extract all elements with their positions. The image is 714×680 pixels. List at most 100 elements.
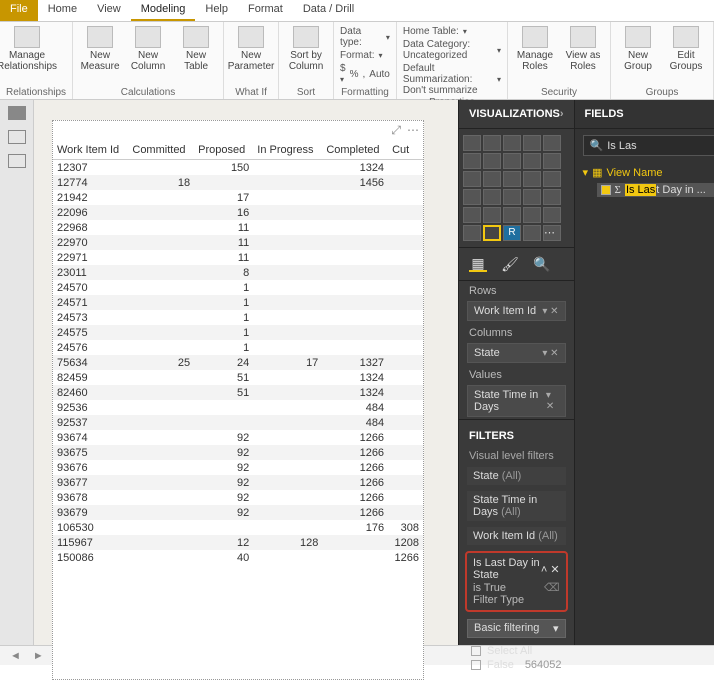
viz-100-column[interactable] xyxy=(463,153,481,169)
viz-multi-card[interactable] xyxy=(503,207,521,223)
table-row[interactable]: 93674921266 xyxy=(53,430,423,445)
remove-filter-icon[interactable]: ✕ xyxy=(550,564,559,576)
table-row[interactable]: 93677921266 xyxy=(53,475,423,490)
table-row[interactable]: 2194217 xyxy=(53,190,423,205)
filter-state[interactable]: State (All) xyxy=(467,467,566,485)
page-prev-icon[interactable]: ◄ xyxy=(6,650,25,662)
table-row[interactable]: 245711 xyxy=(53,295,423,310)
column-header[interactable]: Cut xyxy=(388,141,423,160)
page-next-icon[interactable]: ► xyxy=(29,650,48,662)
table-row[interactable]: 123071501324 xyxy=(53,160,423,176)
table-row[interactable]: 106530176308 xyxy=(53,520,423,535)
new-group-button[interactable]: NewGroup xyxy=(617,26,659,72)
table-row[interactable]: 93675921266 xyxy=(53,445,423,460)
table-row[interactable]: 756342524171327 xyxy=(53,355,423,370)
analytics-mode-icon[interactable]: 🔍 xyxy=(533,256,551,272)
comma-button[interactable]: , xyxy=(363,69,366,80)
table-row[interactable]: 245761 xyxy=(53,340,423,355)
report-view-icon[interactable] xyxy=(8,106,26,120)
drill-icon[interactable]: ⤢ xyxy=(391,123,401,138)
more-icon[interactable]: ⋯ xyxy=(407,123,419,138)
viz-card[interactable] xyxy=(483,207,501,223)
viz-scatter[interactable] xyxy=(523,171,541,187)
data-type-dropdown[interactable] xyxy=(386,32,390,43)
format-mode-icon[interactable]: 🖌 xyxy=(501,256,519,272)
viz-kpi[interactable] xyxy=(523,207,541,223)
table-row[interactable]: 82460511324 xyxy=(53,385,423,400)
remove-values-icon[interactable]: ▾ ✕ xyxy=(546,390,559,412)
viz-waterfall[interactable] xyxy=(503,171,521,187)
table-row[interactable]: 92536484 xyxy=(53,400,423,415)
tab-modeling[interactable]: Modeling xyxy=(131,0,196,21)
table-row[interactable]: 2296811 xyxy=(53,220,423,235)
new-parameter-button[interactable]: NewParameter xyxy=(230,26,272,72)
viz-map[interactable] xyxy=(503,189,521,205)
viz-table[interactable] xyxy=(463,225,481,241)
model-view-icon[interactable] xyxy=(8,154,26,168)
report-canvas[interactable]: ⤢ ⋯ Work Item IdCommittedProposedIn Prog… xyxy=(34,100,458,645)
tab-view[interactable]: View xyxy=(87,0,131,21)
viz-stacked-area[interactable] xyxy=(523,153,541,169)
manage-roles-button[interactable]: ManageRoles xyxy=(514,26,556,72)
table-row[interactable]: 245701 xyxy=(53,280,423,295)
tab-datadrill[interactable]: Data / Drill xyxy=(293,0,364,21)
rows-well[interactable]: Work Item Id▾ ✕ xyxy=(467,301,566,321)
tab-help[interactable]: Help xyxy=(195,0,238,21)
viz-line[interactable] xyxy=(483,153,501,169)
clear-filter-icon[interactable]: ⌫ xyxy=(544,581,560,594)
fields-mode-icon[interactable]: ▦ xyxy=(469,256,487,272)
values-well[interactable]: State Time in Days▾ ✕ xyxy=(467,385,566,417)
viz-custom[interactable]: ⋯ xyxy=(543,225,561,241)
edit-groups-button[interactable]: EditGroups xyxy=(665,26,707,72)
viz-clustered-column[interactable] xyxy=(523,135,541,151)
viz-matrix[interactable] xyxy=(483,225,501,241)
new-measure-button[interactable]: NewMeasure xyxy=(79,26,121,72)
matrix-visual[interactable]: ⤢ ⋯ Work Item IdCommittedProposedIn Prog… xyxy=(52,120,424,680)
table-row[interactable]: 115967121281208 xyxy=(53,535,423,550)
table-row[interactable]: 93676921266 xyxy=(53,460,423,475)
table-row[interactable]: 2209616 xyxy=(53,205,423,220)
table-row[interactable]: 93678921266 xyxy=(53,490,423,505)
currency-button[interactable]: $ xyxy=(340,63,346,85)
home-table-dropdown[interactable] xyxy=(463,26,467,37)
viz-slicer[interactable] xyxy=(543,207,561,223)
filter-work-item-id[interactable]: Work Item Id (All) xyxy=(467,527,566,545)
filter-type-dropdown[interactable]: Basic filtering▾ xyxy=(467,619,566,638)
fields-search[interactable]: 🔍 xyxy=(583,135,714,156)
decimals-stepper[interactable]: Auto xyxy=(369,69,390,80)
columns-well[interactable]: State▾ ✕ xyxy=(467,343,566,363)
table-row[interactable]: 92537484 xyxy=(53,415,423,430)
viz-donut[interactable] xyxy=(463,189,481,205)
tab-home[interactable]: Home xyxy=(38,0,87,21)
field-is-last-day[interactable]: Σ Is Last Day in ... xyxy=(597,183,714,197)
new-table-button[interactable]: NewTable xyxy=(175,26,217,72)
viz-gauge[interactable] xyxy=(463,207,481,223)
table-row[interactable]: 2297011 xyxy=(53,235,423,250)
table-view-name[interactable]: ▾▦View Name xyxy=(583,166,714,179)
table-row[interactable]: 245751 xyxy=(53,325,423,340)
option-false[interactable]: False564052 xyxy=(471,658,562,672)
data-category-dropdown[interactable]: Data Category: Uncategorized xyxy=(403,39,501,61)
fields-search-input[interactable] xyxy=(607,140,714,152)
viz-pie[interactable] xyxy=(543,171,561,187)
viz-stacked-column[interactable] xyxy=(483,135,501,151)
filter-state-time[interactable]: State Time in Days (All) xyxy=(467,491,566,521)
viz-ribbon[interactable] xyxy=(483,171,501,187)
tab-file[interactable]: File xyxy=(0,0,38,21)
column-header[interactable]: Committed xyxy=(128,141,194,160)
viz-funnel[interactable] xyxy=(543,189,561,205)
new-column-button[interactable]: NewColumn xyxy=(127,26,169,72)
table-row[interactable]: 82459511324 xyxy=(53,370,423,385)
column-header[interactable]: Proposed xyxy=(194,141,253,160)
viz-clustered-bar[interactable] xyxy=(503,135,521,151)
remove-rows-icon[interactable]: ▾ ✕ xyxy=(542,306,558,317)
table-row[interactable]: 12774181456 xyxy=(53,175,423,190)
filter-is-last-day[interactable]: Is Last Day in State˄ ✕ is True⌫ Filter … xyxy=(465,551,568,612)
format-dropdown[interactable] xyxy=(379,50,383,61)
table-row[interactable]: 150086401266 xyxy=(53,550,423,565)
table-row[interactable]: 2297111 xyxy=(53,250,423,265)
data-view-icon[interactable] xyxy=(8,130,26,144)
tab-format[interactable]: Format xyxy=(238,0,293,21)
viz-r[interactable]: R xyxy=(503,225,521,241)
viz-treemap[interactable] xyxy=(483,189,501,205)
